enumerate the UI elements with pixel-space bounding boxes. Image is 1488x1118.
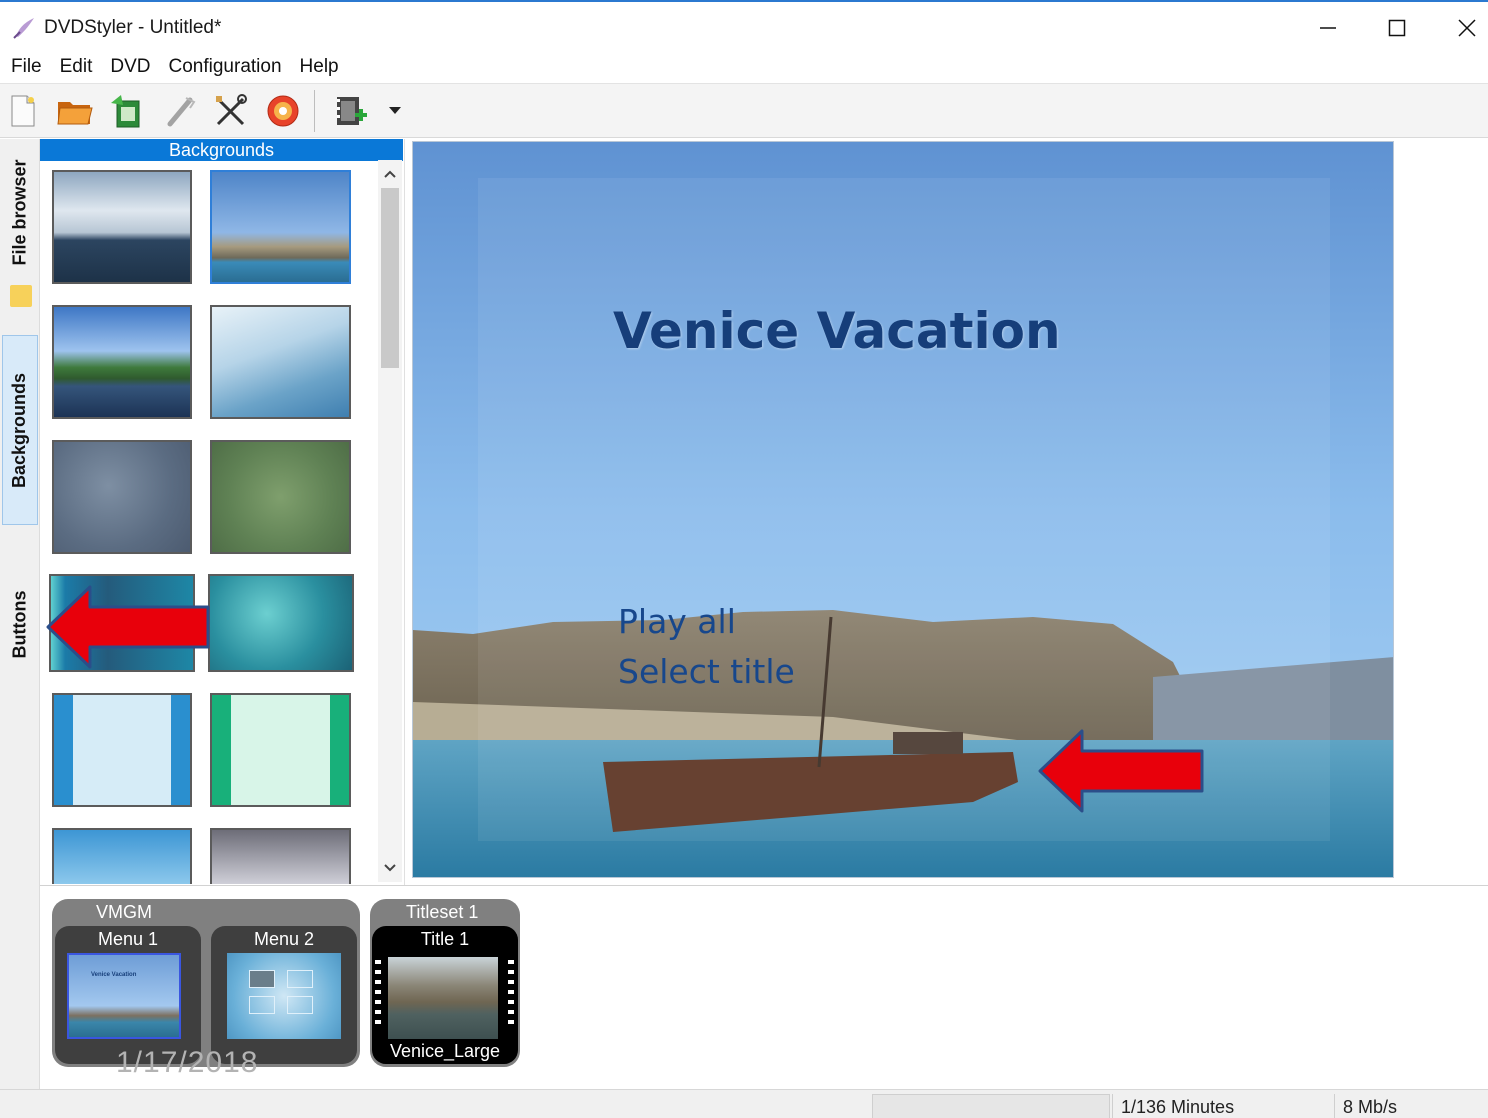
dvdstyler-app-icon [13, 18, 34, 39]
menu-bar: File Edit DVD Configuration Help [0, 50, 1488, 84]
side-tab-strip: File browser Backgrounds Buttons [0, 139, 40, 1089]
settings-button[interactable] [212, 92, 250, 130]
date-watermark: 1/17/2018 [116, 1046, 259, 1079]
scroll-down-icon[interactable] [382, 860, 398, 876]
title1-thumbnail [388, 957, 498, 1039]
background-thumb-sea-clouds[interactable] [52, 170, 192, 284]
background-thumb-shipwreck[interactable] [210, 170, 351, 284]
burn-wand-icon [167, 97, 196, 127]
close-button[interactable] [1437, 6, 1488, 50]
tab-buttons-label: Buttons [9, 590, 30, 658]
annotation-arrow-right [1038, 729, 1204, 813]
status-progress-field [872, 1094, 1110, 1118]
toolbar [0, 84, 1488, 138]
settings-tools-icon [216, 94, 247, 126]
background-thumb-gray-gradient[interactable] [210, 828, 351, 884]
new-project-button[interactable] [4, 92, 42, 130]
maximize-icon [1388, 19, 1406, 37]
background-thumb-river[interactable] [52, 305, 192, 419]
menu1-card[interactable]: Menu 1 Venice Vacation [55, 926, 201, 1064]
tab-file-browser-label: File browser [9, 158, 30, 266]
background-thumb-blue-mist[interactable] [210, 305, 351, 419]
menu-dvd[interactable]: DVD [103, 52, 157, 82]
title1-label: Title 1 [420, 929, 470, 949]
menu-button-select-title[interactable]: Select title [618, 652, 795, 691]
status-bitrate: 8 Mb/s [1334, 1094, 1488, 1118]
title-bar: DVDStyler - Untitled* [0, 0, 1488, 50]
backgrounds-panel-header: Backgrounds [40, 139, 403, 161]
add-video-button[interactable] [332, 92, 370, 130]
save-project-button[interactable] [108, 92, 146, 130]
burn-disc-button[interactable] [264, 92, 302, 130]
title1-card[interactable]: Title 1 Venice_Large [372, 926, 518, 1064]
background-thumb-blue-gradient[interactable] [52, 828, 192, 884]
tab-backgrounds[interactable]: Backgrounds [2, 335, 38, 525]
tab-buttons[interactable]: Buttons [2, 569, 38, 679]
title1-filename: Venice_Large [389, 1041, 501, 1061]
status-bar: 1/136 Minutes 8 Mb/s [0, 1089, 1488, 1118]
open-project-button[interactable] [56, 92, 94, 130]
menu1-thumbnail: Venice Vacation [67, 953, 181, 1039]
new-project-icon [11, 95, 35, 127]
menu1-thumb-title: Venice Vacation [91, 972, 137, 978]
background-thumb-light-blue-frame[interactable] [52, 693, 192, 807]
background-thumb-green-frame[interactable] [210, 693, 351, 807]
dvdstyler-window: DVDStyler - Untitled* File Edit DVD Conf… [0, 0, 1488, 1118]
annotation-arrow-left [46, 585, 210, 669]
window-title: DVDStyler - Untitled* [44, 17, 222, 38]
menu2-card[interactable]: Menu 2 [211, 926, 357, 1064]
tab-backgrounds-label: Backgrounds [9, 372, 30, 488]
folder-icon [10, 285, 32, 307]
scrollbar-thumb[interactable] [381, 188, 399, 368]
background-thumb-green-clouds[interactable] [210, 440, 351, 554]
tab-file-browser[interactable]: File browser [2, 147, 38, 277]
menu-file[interactable]: File [4, 52, 49, 82]
add-video-icon [337, 97, 367, 125]
minimize-button[interactable] [1298, 6, 1358, 50]
menu-button-play-all[interactable]: Play all [618, 602, 736, 641]
menu-preview-canvas[interactable]: Venice Vacation Play all Select title [412, 141, 1394, 878]
open-project-icon [57, 102, 93, 125]
menu1-label: Menu 1 [97, 929, 159, 949]
minimize-icon [1320, 27, 1336, 29]
scroll-up-icon[interactable] [382, 166, 398, 182]
menu2-label: Menu 2 [253, 929, 315, 949]
maximize-button[interactable] [1367, 6, 1427, 50]
vmgm-label: VMGM [96, 902, 152, 922]
close-icon [1458, 19, 1476, 37]
burn-disc-icon [267, 95, 299, 127]
save-project-icon [111, 95, 140, 128]
menu-configuration[interactable]: Configuration [162, 52, 289, 82]
backgrounds-scrollbar[interactable] [378, 160, 402, 882]
add-dropdown-button[interactable] [380, 92, 410, 130]
dropdown-arrow-icon [389, 107, 401, 114]
menu-title-text[interactable]: Venice Vacation [613, 302, 1061, 360]
status-duration: 1/136 Minutes [1112, 1094, 1334, 1118]
menu-help[interactable]: Help [293, 52, 346, 82]
toolbar-separator [314, 90, 315, 132]
menu2-thumbnail [227, 953, 341, 1039]
background-thumb-underwater[interactable] [208, 574, 354, 672]
titleset1-label: Titleset 1 [406, 902, 479, 922]
burn-wizard-button[interactable] [162, 92, 200, 130]
menu-edit[interactable]: Edit [53, 52, 100, 82]
background-thumb-gray-clouds[interactable] [52, 440, 192, 554]
